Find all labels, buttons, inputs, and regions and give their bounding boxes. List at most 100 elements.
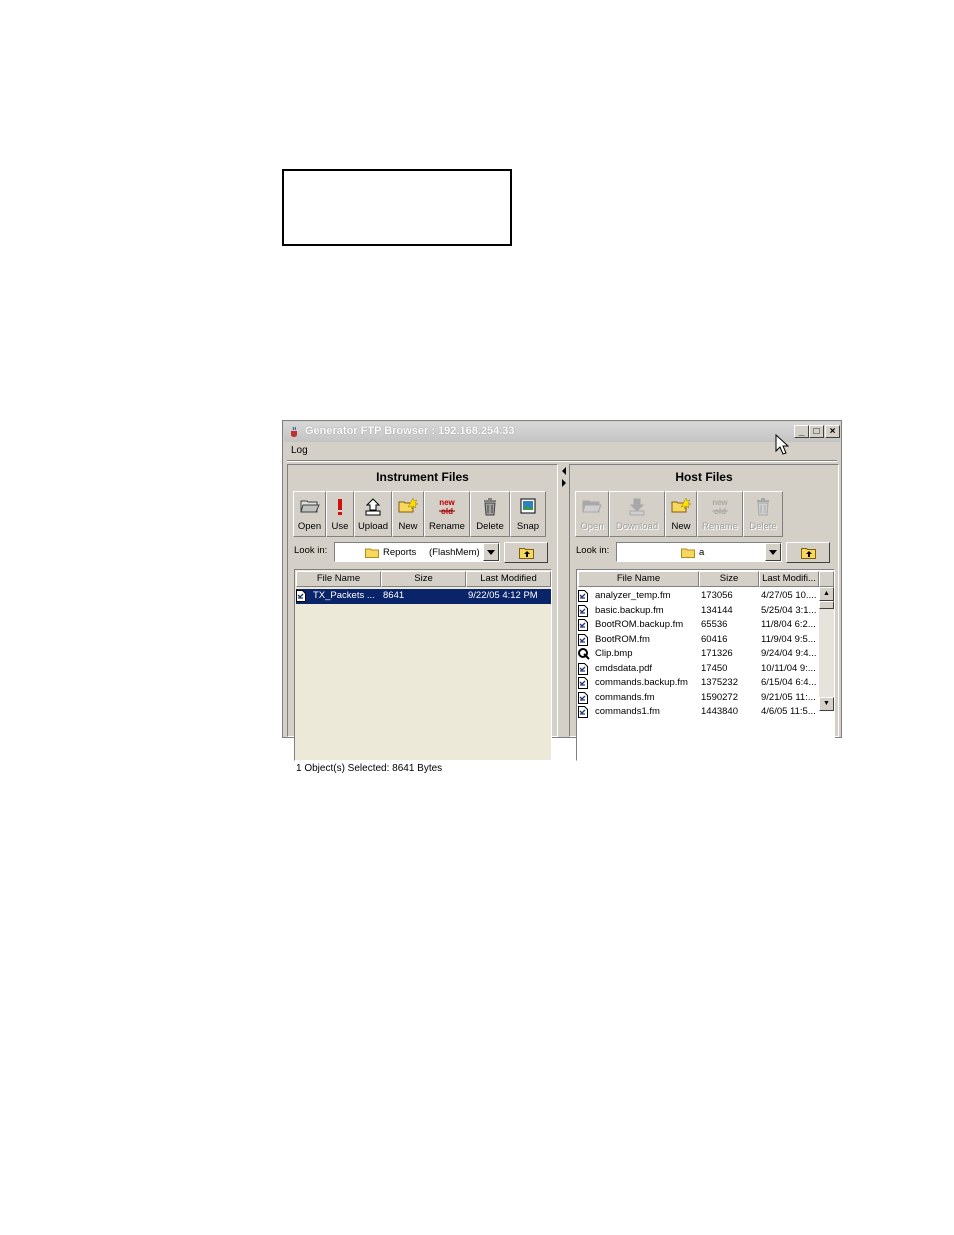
maximize-button[interactable]: □ [809, 425, 824, 438]
instrument-up-folder-button[interactable] [504, 542, 548, 563]
host-open-button[interactable]: Open [575, 491, 609, 537]
host-toolbar: Open Download New new old Rename Delete [575, 491, 833, 539]
cell-name: analyzer_temp.fm [595, 590, 671, 601]
cell-size: 1375232 [701, 677, 738, 688]
cell-size: 17450 [701, 662, 728, 674]
instrument-snap-button[interactable]: Snap [510, 491, 546, 537]
panel-splitter[interactable] [560, 464, 568, 737]
host-column-header-0[interactable]: File Name [578, 571, 699, 587]
host-lookin-dropdown[interactable] [765, 543, 781, 561]
menu-log[interactable]: Log [291, 445, 308, 456]
window-title: Generator FTP Browser : 192.168.254.33 [305, 425, 515, 437]
new-folder-icon [671, 497, 692, 517]
instrument-snap-label: Snap [516, 521, 540, 532]
host-lookin-value: a [699, 547, 705, 558]
new-old-rename-icon: new old [434, 498, 460, 519]
instrument-use-button[interactable]: Use [326, 491, 354, 537]
title-bar[interactable]: Generator FTP Browser : 192.168.254.33 _… [284, 422, 840, 442]
document-icon [578, 662, 588, 675]
host-scrollbar[interactable]: ▲ ▼ [819, 587, 834, 711]
instrument-column-header-1[interactable]: Size [381, 571, 466, 587]
instrument-status-text: 1 Object(s) Selected: 8641 Bytes [296, 763, 443, 774]
upload-icon [364, 498, 382, 519]
document-icon [296, 590, 306, 602]
folder-open-icon [582, 498, 602, 517]
table-row[interactable]: basic.backup.fm 134144 5/25/04 3:1... [578, 604, 819, 619]
host-column-header-2[interactable]: Last Modifi... [759, 571, 819, 587]
host-files-panel: Host Files Open Download New new old Rename De… [569, 464, 839, 761]
host-delete-label: Delete [749, 521, 777, 532]
host-lookin-combo[interactable]: a [616, 542, 782, 562]
instrument-lookin-combo[interactable]: Reports (FlashMem) [334, 542, 500, 562]
instrument-new-button[interactable]: New [392, 491, 424, 537]
table-row[interactable]: BootROM.fm 60416 11/9/04 9:5... [578, 633, 819, 648]
instrument-column-header-0[interactable]: File Name [296, 571, 381, 587]
cell-modified: 9/21/05 11:... [761, 691, 816, 703]
exclamation-icon [335, 498, 345, 519]
instrument-file-table: File Name Size Last Modified TX_Packets ...… [294, 569, 552, 761]
table-row[interactable]: analyzer_temp.fm 173056 4/27/05 10.... [578, 589, 819, 604]
table-row[interactable]: commands.backup.fm 1375232 6/15/04 6:4... [578, 676, 819, 691]
instrument-new-label: New [398, 521, 418, 532]
instrument-upload-label: Upload [357, 521, 389, 532]
minimize-button[interactable]: _ [794, 425, 809, 438]
document-icon [578, 706, 588, 718]
cell-modified: 4/27/05 10.... [761, 590, 817, 601]
cell-name: Clip.bmp [595, 648, 633, 659]
cell-name: cmdsdata.pdf [595, 662, 653, 674]
document-icon [578, 633, 588, 646]
folder-open-icon [299, 498, 320, 517]
cell-modified: 9/22/05 4:12 PM [468, 590, 538, 601]
host-download-button[interactable]: Download [609, 491, 665, 537]
cell-size: 60416 [701, 633, 728, 645]
table-row[interactable]: TX_Packets ... 8641 9/22/05 4:12 PM [296, 589, 551, 604]
cell-modified: 11/8/04 6:2... [761, 619, 816, 630]
cell-name: BootROM.fm [595, 633, 650, 645]
cell-name: commands1.fm [595, 706, 660, 717]
cell-modified: 9/24/04 9:4... [761, 648, 817, 659]
trash-icon [756, 498, 770, 519]
splitter-arrows-icon[interactable] [561, 467, 567, 487]
host-up-folder-button[interactable] [786, 542, 830, 563]
ftp-browser-window: Generator FTP Browser : 192.168.254.33 _… [282, 420, 842, 774]
close-button[interactable]: × [825, 425, 840, 438]
up-folder-icon [801, 548, 816, 559]
menu-separator [287, 460, 837, 462]
new-folder-icon [398, 497, 419, 517]
cell-modified: 6/15/04 6:4... [761, 677, 817, 688]
cell-modified: 5/25/04 3:1... [761, 604, 817, 616]
cell-name: BootROM.backup.fm [595, 619, 684, 630]
instrument-delete-button[interactable]: Delete [470, 491, 510, 537]
host-delete-button[interactable]: Delete [743, 491, 783, 537]
table-row[interactable]: Clip.bmp 171326 9/24/04 9:4... [578, 647, 819, 662]
table-row[interactable]: commands1.fm 1443840 4/6/05 11:5... [578, 705, 819, 720]
up-folder-icon [519, 548, 534, 559]
mouse-pointer-icon [775, 434, 789, 455]
scroll-thumb[interactable] [819, 601, 834, 609]
host-new-button[interactable]: New [665, 491, 697, 537]
scroll-down-arrow-icon[interactable]: ▼ [819, 697, 834, 711]
document-icon [578, 619, 588, 631]
instrument-rename-button[interactable]: new old Rename [424, 491, 470, 537]
cell-modified: 4/6/05 11:5... [761, 706, 816, 717]
instrument-open-button[interactable]: Open [293, 491, 326, 537]
document-icon [578, 604, 588, 617]
table-row[interactable]: cmdsdata.pdf 17450 10/11/04 9:... [578, 662, 819, 677]
instrument-lookin-sub: (FlashMem) [429, 547, 480, 558]
scroll-up-arrow-icon[interactable]: ▲ [819, 587, 834, 601]
table-row[interactable]: commands.fm 1590272 9/21/05 11:... [578, 691, 819, 706]
cell-size: 171326 [701, 648, 733, 659]
cell-size: 1590272 [701, 691, 738, 703]
instrument-toolbar: Open Use Upload New new old Rename Delete Snap [293, 491, 552, 539]
folder-icon [365, 548, 379, 558]
table-row[interactable]: BootROM.backup.fm 65536 11/8/04 6:2... [578, 618, 819, 633]
instrument-lookin-dropdown[interactable] [483, 543, 499, 561]
snapshot-icon [520, 498, 536, 517]
instrument-column-header-2[interactable]: Last Modified [466, 571, 551, 587]
menu-bar: Log [284, 443, 840, 459]
java-cup-icon [291, 426, 297, 437]
instrument-rename-label: Rename [429, 521, 465, 532]
host-column-header-1[interactable]: Size [699, 571, 759, 587]
instrument-upload-button[interactable]: Upload [354, 491, 392, 537]
host-rename-button[interactable]: new old Rename [697, 491, 743, 537]
